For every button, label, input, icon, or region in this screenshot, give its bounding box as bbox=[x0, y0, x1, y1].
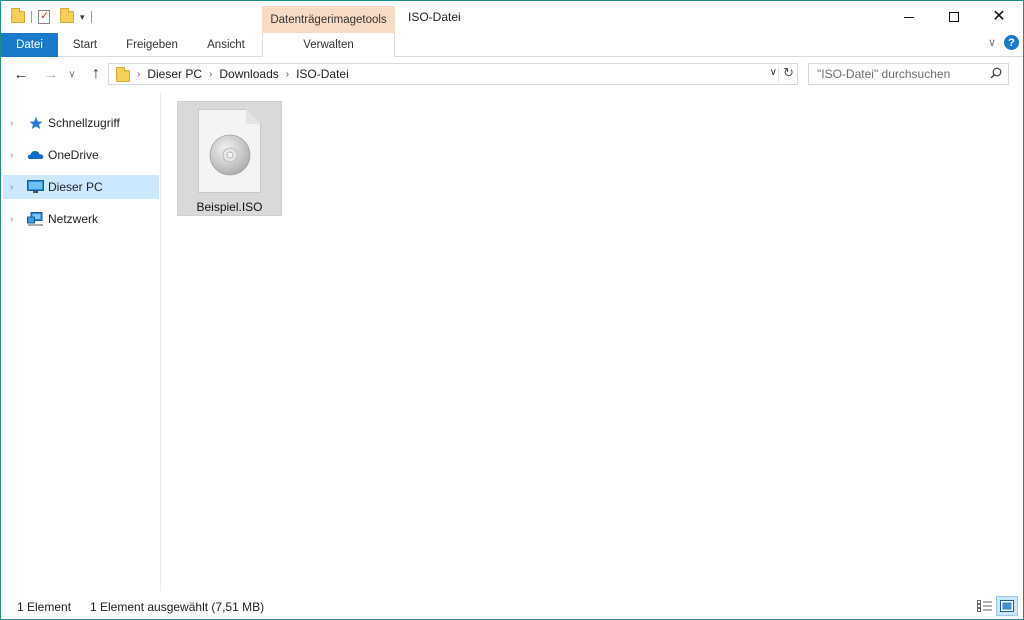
help-icon[interactable]: ? bbox=[1004, 35, 1019, 50]
file-item[interactable]: Beispiel.ISO bbox=[177, 101, 282, 216]
nav-item-onedrive[interactable]: › OneDrive bbox=[3, 143, 159, 167]
nav-item-label: OneDrive bbox=[48, 148, 99, 162]
status-selection: 1 Element ausgewählt (7,51 MB) bbox=[90, 600, 265, 614]
search-input[interactable] bbox=[817, 67, 977, 81]
tab-datei[interactable]: Datei bbox=[1, 33, 58, 57]
address-divider bbox=[778, 66, 779, 82]
computer-icon bbox=[27, 180, 44, 193]
up-button[interactable]: ↑ bbox=[85, 64, 107, 84]
chevron-right-icon[interactable]: › bbox=[137, 69, 140, 80]
expand-ribbon-icon[interactable]: ∨ bbox=[988, 36, 996, 49]
breadcrumb-downloads[interactable]: Downloads bbox=[219, 67, 278, 81]
minimize-button[interactable] bbox=[886, 1, 932, 33]
status-bar: 1 Element 1 Element ausgewählt (7,51 MB) bbox=[1, 593, 1023, 619]
disc-image-icon bbox=[209, 134, 251, 176]
nav-item-netzwerk[interactable]: › Netzwerk bbox=[3, 207, 159, 231]
nav-item-label: Schnellzugriff bbox=[48, 116, 120, 130]
chevron-right-icon[interactable]: › bbox=[10, 118, 13, 129]
explorer-window: ▾ Datenträgerimagetools ISO-Datei ✕ Date… bbox=[0, 0, 1024, 620]
navigation-pane: › Schnellzugriff › OneDrive › Dieser PC … bbox=[1, 93, 161, 591]
quick-access-toolbar: ▾ bbox=[11, 8, 98, 26]
search-box[interactable] bbox=[808, 63, 1009, 85]
folder-icon bbox=[116, 66, 130, 82]
back-button[interactable]: ← bbox=[10, 64, 32, 84]
chevron-right-icon[interactable]: › bbox=[10, 182, 13, 193]
status-item-count: 1 Element bbox=[17, 600, 72, 614]
title-bar: ▾ Datenträgerimagetools ISO-Datei ✕ bbox=[1, 1, 1023, 33]
window-title: ISO-Datei bbox=[408, 10, 461, 24]
file-document-icon bbox=[198, 109, 261, 193]
nav-item-schnellzugriff[interactable]: › Schnellzugriff bbox=[3, 111, 159, 135]
qat-separator bbox=[31, 11, 32, 23]
forward-button[interactable]: → bbox=[40, 64, 62, 84]
navigation-row: ← → ∨ ↑ › Dieser PC › Downloads › ISO-Da… bbox=[1, 58, 1023, 92]
context-tab-group-label: Datenträgerimagetools bbox=[262, 6, 395, 33]
star-icon bbox=[29, 117, 43, 129]
chevron-right-icon[interactable]: › bbox=[286, 69, 289, 80]
qat-separator bbox=[90, 11, 92, 23]
chevron-right-icon[interactable]: › bbox=[10, 150, 13, 161]
nav-item-label: Netzwerk bbox=[48, 212, 99, 226]
tab-verwalten[interactable]: Verwalten bbox=[262, 33, 395, 57]
details-view-icon bbox=[977, 600, 992, 612]
large-icons-view-icon bbox=[1000, 600, 1014, 612]
cloud-icon bbox=[27, 151, 44, 159]
tab-freigeben[interactable]: Freigeben bbox=[116, 33, 188, 57]
customize-qat-icon[interactable]: ▾ bbox=[80, 12, 85, 23]
new-folder-icon[interactable] bbox=[60, 8, 74, 23]
breadcrumb-iso-datei[interactable]: ISO-Datei bbox=[296, 67, 349, 81]
tab-start[interactable]: Start bbox=[61, 33, 109, 57]
search-icon[interactable] bbox=[990, 67, 1002, 79]
breadcrumb-dieser-pc[interactable]: Dieser PC bbox=[147, 67, 202, 81]
maximize-icon bbox=[949, 12, 959, 22]
address-history-icon[interactable]: ∨ bbox=[770, 67, 777, 78]
properties-icon[interactable] bbox=[38, 9, 50, 24]
chevron-right-icon[interactable]: › bbox=[209, 69, 212, 80]
close-icon: ✕ bbox=[992, 8, 1006, 25]
details-view-button[interactable] bbox=[974, 596, 996, 616]
nav-item-dieser-pc[interactable]: › Dieser PC bbox=[3, 175, 159, 199]
file-name: Beispiel.ISO bbox=[196, 200, 263, 214]
large-icons-view-button[interactable] bbox=[996, 596, 1018, 616]
folder-icon bbox=[11, 8, 25, 23]
file-list[interactable]: Beispiel.ISO bbox=[162, 93, 1023, 591]
tab-ansicht[interactable]: Ansicht bbox=[197, 33, 255, 57]
network-icon bbox=[27, 212, 43, 226]
chevron-right-icon[interactable]: › bbox=[10, 214, 13, 225]
nav-item-label: Dieser PC bbox=[48, 180, 103, 194]
maximize-button[interactable] bbox=[931, 1, 977, 33]
address-bar[interactable]: › Dieser PC › Downloads › ISO-Datei ∨ ↻ bbox=[108, 63, 798, 85]
close-button[interactable]: ✕ bbox=[976, 1, 1022, 33]
ribbon-tabs: Datei Start Freigeben Ansicht Verwalten … bbox=[1, 33, 1023, 57]
minimize-icon bbox=[904, 16, 914, 18]
refresh-icon[interactable]: ↻ bbox=[783, 65, 794, 81]
recent-locations-icon[interactable]: ∨ bbox=[64, 64, 80, 84]
ribbon-right-controls: ∨ ? bbox=[988, 35, 1019, 50]
